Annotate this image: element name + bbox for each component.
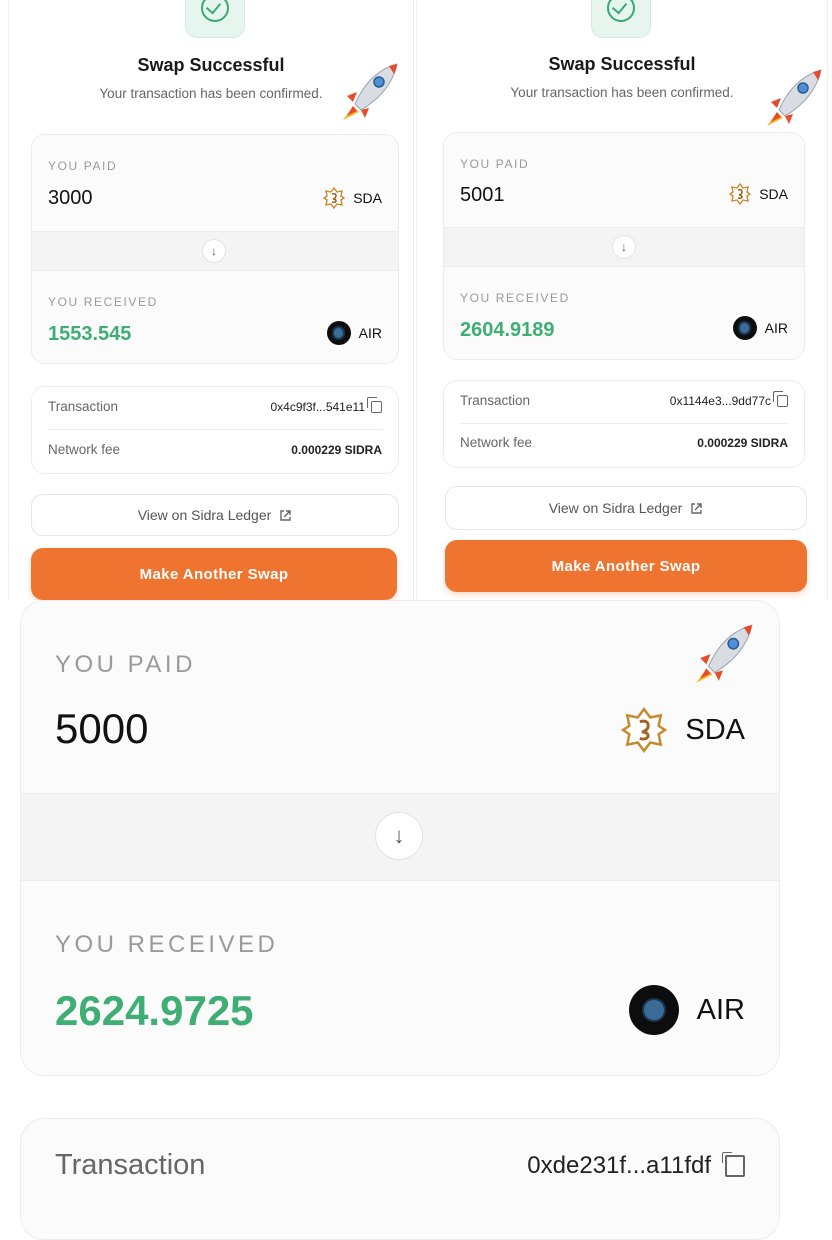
transaction-details-card: Transaction 0x1144e3...9dd77c Network fe… [443,380,805,468]
swap-summary-card-zoomed: YOU PAID 5000 SDA ↓ YOU RECEIVED 2624.97… [20,600,780,1076]
paid-token-symbol: SDA [353,190,382,206]
copy-icon[interactable] [722,1151,745,1177]
transaction-hash[interactable]: 0x4c9f3f...541e11 [270,396,382,414]
make-another-swap-button[interactable]: Make Another Swap [31,548,397,600]
received-amount: 2604.9189 [460,319,555,341]
arrow-down-icon: ↓ [612,235,636,259]
air-token-icon [326,321,351,345]
transaction-details-card: Transaction 0x4c9f3f...541e11 Network fe… [31,386,399,474]
transaction-hash[interactable]: 0x1144e3...9dd77c [669,390,788,408]
copy-icon[interactable] [367,396,382,413]
view-on-ledger-label: View on Sidra Ledger [137,507,272,523]
you-paid-label: YOU PAID [48,159,118,173]
view-on-ledger-button[interactable]: View on Sidra Ledger [445,486,807,530]
sda-token-icon [729,183,752,205]
paid-token-symbol: SDA [685,713,745,746]
transaction-row: Transaction 0xde231f...a11fdf [55,1149,745,1182]
received-token: AIR [326,321,382,345]
external-link-icon [280,509,291,521]
transaction-hash-text: 0x4c9f3f...541e11 [270,399,365,414]
swap-summary-card: YOU PAID 3000 SDA ↓ YOU RECEIVED 1553.54… [31,134,399,364]
check-circle-icon [591,0,651,38]
swap-divider: ↓ [444,227,804,267]
rocket-icon [696,624,753,683]
divider [460,423,788,424]
transaction-hash-text: 0xde231f...a11fdf [527,1151,711,1179]
sda-token-icon [621,707,668,753]
swap-success-panel-right: Swap Successful Your transaction has bee… [416,0,828,600]
you-paid-label: YOU PAID [460,157,530,171]
air-token-icon [628,985,679,1035]
network-fee-value: 0.000229 SIDRA [697,435,788,450]
transaction-row: Transaction 0x1144e3...9dd77c [460,390,788,408]
network-fee-label: Network fee [48,442,121,457]
network-fee-label: Network fee [460,435,533,450]
transaction-label: Transaction [460,393,531,408]
network-fee-value: 0.000229 SIDRA [291,442,382,457]
arrow-down-icon: ↓ [375,812,423,860]
received-amount: 2624.9725 [55,987,254,1034]
paid-token: SDA [323,187,382,209]
paid-amount: 3000 [48,187,93,209]
make-another-swap-button[interactable]: Make Another Swap [445,540,807,592]
received-token: AIR [628,985,745,1035]
paid-amount: 5000 [55,705,149,752]
swap-divider: ↓ [32,231,398,271]
transaction-hash[interactable]: 0xde231f...a11fdf [527,1151,745,1180]
you-received-label: YOU RECEIVED [48,295,158,309]
paid-token: SDA [621,707,745,753]
received-token-symbol: AIR [696,993,745,1026]
external-link-icon [691,502,702,514]
transaction-row: Transaction 0x4c9f3f...541e11 [48,396,382,414]
zoomed-swap-view: YOU PAID 5000 SDA ↓ YOU RECEIVED 2624.97… [0,600,832,1240]
you-received-label: YOU RECEIVED [460,291,570,305]
received-token-symbol: AIR [358,325,382,341]
received-token: AIR [732,316,788,340]
transaction-label: Transaction [55,1149,206,1181]
transaction-details-card-zoomed: Transaction 0xde231f...a11fdf [20,1118,780,1240]
you-received-label: YOU RECEIVED [55,931,279,958]
transaction-label: Transaction [48,399,119,414]
paid-token-symbol: SDA [759,186,788,202]
you-paid-label: YOU PAID [55,651,196,678]
received-token-symbol: AIR [764,320,788,336]
arrow-down-icon: ↓ [202,239,226,263]
check-circle-icon [185,0,245,38]
rocket-icon [767,69,822,126]
transaction-hash-text: 0x1144e3...9dd77c [669,393,771,408]
rocket-icon [343,63,398,120]
copy-icon[interactable] [773,390,788,407]
network-fee-row: Network fee 0.000229 SIDRA [460,435,788,450]
paid-amount: 5001 [460,184,505,206]
swap-divider: ↓ [21,793,779,881]
network-fee-row: Network fee 0.000229 SIDRA [48,442,382,457]
swap-success-panel-left: Swap Successful Your transaction has bee… [8,0,414,600]
received-amount: 1553.545 [48,323,132,345]
air-token-icon [732,316,757,340]
paid-token: SDA [729,183,788,205]
sda-token-icon [323,187,346,209]
view-on-ledger-button[interactable]: View on Sidra Ledger [31,494,399,536]
swap-summary-card: YOU PAID 5001 SDA ↓ YOU RECEIVED 2604.91… [443,132,805,360]
divider [48,429,382,430]
view-on-ledger-label: View on Sidra Ledger [548,500,683,516]
